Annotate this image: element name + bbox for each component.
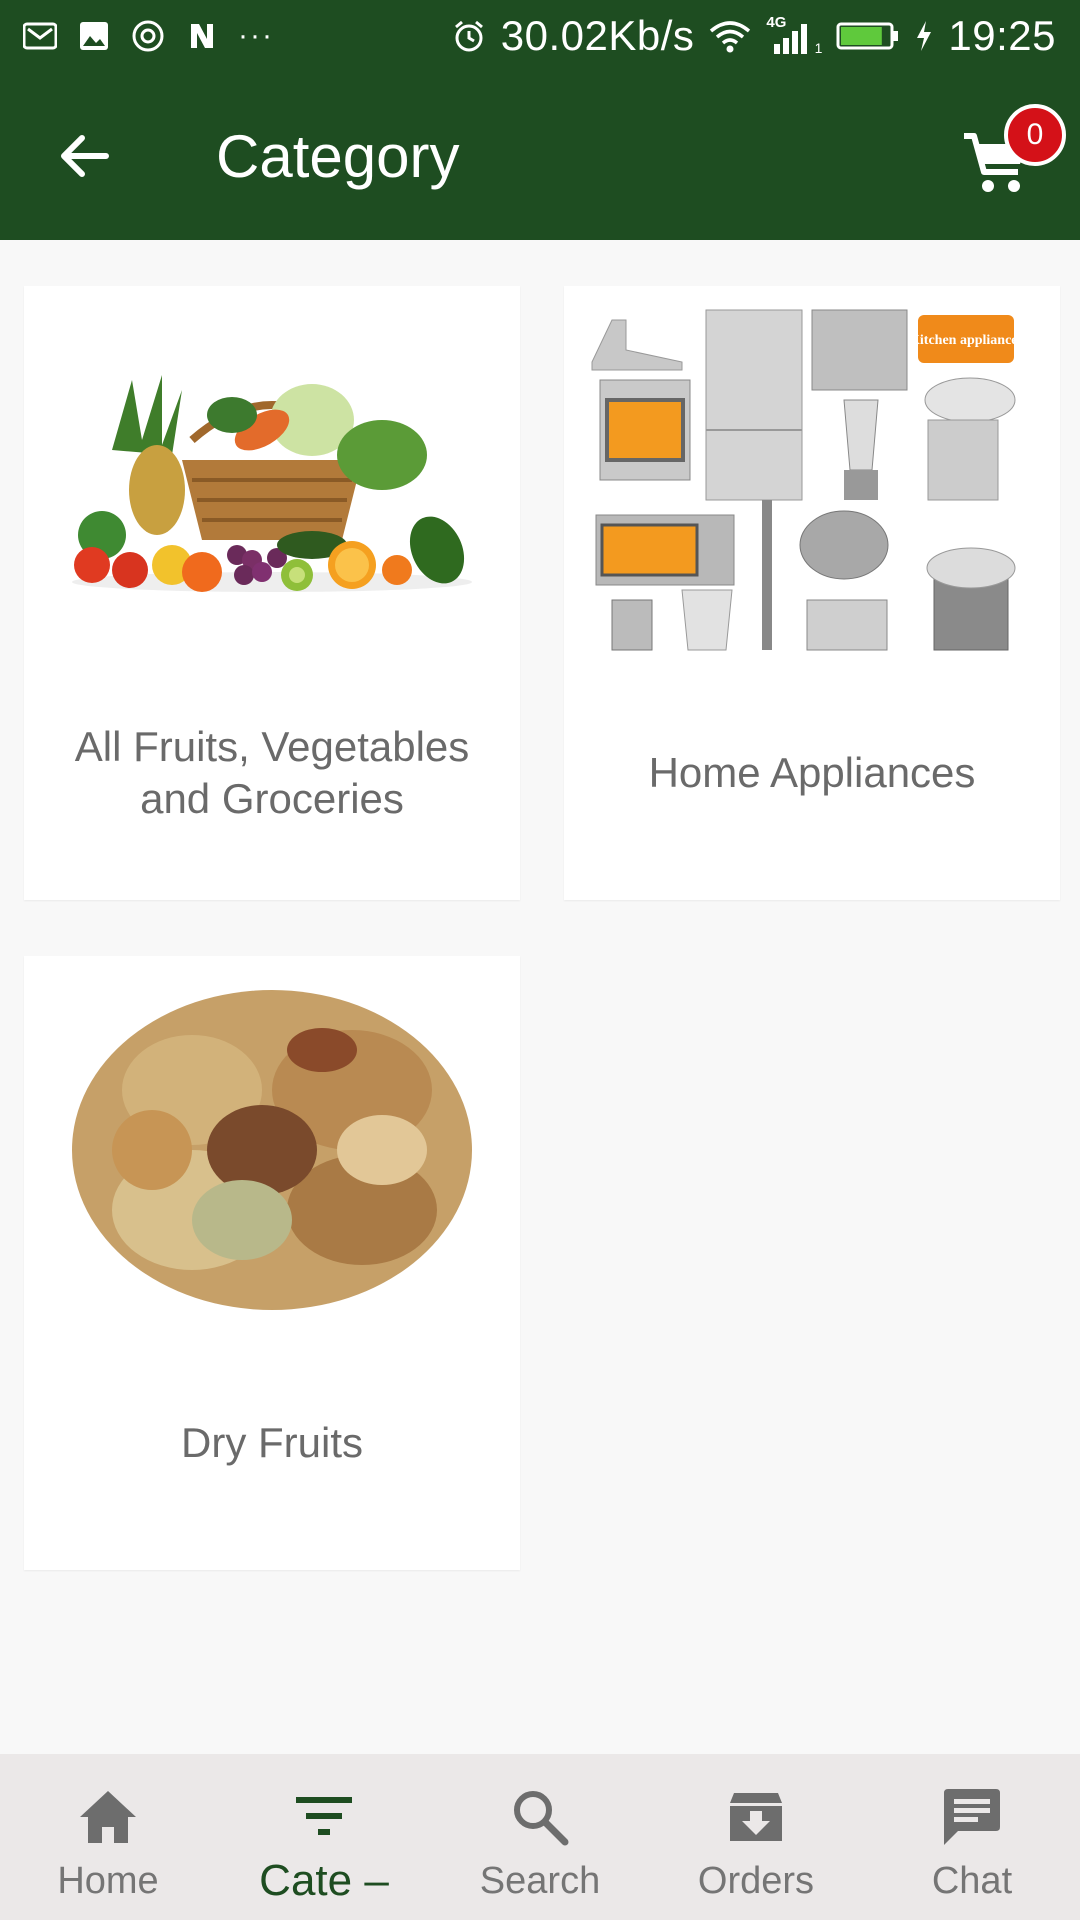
arrow-left-icon xyxy=(61,135,109,177)
gallery-icon xyxy=(76,18,112,54)
nav-label: Cate – xyxy=(259,1856,389,1905)
nav-label: Search xyxy=(479,1860,601,1902)
bottom-navigation: Home Cate – Search Orders Chat xyxy=(0,1754,1080,1920)
category-card-dry-fruits[interactable]: Dry Fruits xyxy=(24,956,520,1570)
network-speed: 30.02Kb/s xyxy=(500,12,695,59)
nav-item-orders[interactable]: Orders xyxy=(648,1754,864,1920)
fruits-vegetables-image xyxy=(40,300,504,660)
cart-button[interactable]: 0 xyxy=(960,104,1066,212)
category-label: Home Appliances xyxy=(648,749,976,796)
nav-item-chat[interactable]: Chat xyxy=(864,1754,1080,1920)
category-label: All Fruits, Vegetables and Groceries xyxy=(74,723,470,822)
page-title: Category xyxy=(216,123,460,190)
category-label: Dry Fruits xyxy=(181,1419,363,1466)
status-right-icons: 30.02Kb/s 4G 1 19:25 xyxy=(451,12,1056,60)
home-icon xyxy=(78,1784,138,1850)
cart-count-badge: 0 xyxy=(1004,104,1066,166)
battery-icon xyxy=(836,18,900,54)
status-bar: ··· 30.02Kb/s 4G 1 19:25 xyxy=(0,0,1080,72)
network-type: 4G xyxy=(766,14,787,31)
nav-label: Chat xyxy=(931,1860,1013,1902)
overflow-indicator: ··· xyxy=(238,19,274,52)
search-icon xyxy=(511,1784,569,1850)
nav-item-home[interactable]: Home xyxy=(0,1754,216,1920)
gmail-icon xyxy=(22,18,58,54)
home-appliances-image: Kitchen appliances xyxy=(580,300,1044,660)
nav-item-search[interactable]: Search xyxy=(432,1754,648,1920)
nav-label: Orders xyxy=(697,1860,815,1902)
status-left-icons: ··· xyxy=(22,18,274,54)
nav-item-category[interactable]: Cate – xyxy=(216,1754,432,1920)
back-button[interactable] xyxy=(44,116,124,196)
clock: 19:25 xyxy=(948,12,1056,59)
wifi-icon xyxy=(708,18,752,54)
orders-box-icon xyxy=(728,1784,784,1850)
kitchen-appliances-caption: Kitchen appliances xyxy=(909,333,1024,348)
signal-icon: 4G 1 xyxy=(766,14,823,56)
category-card-fruits-vegetables[interactable]: All Fruits, Vegetables and Groceries xyxy=(24,286,520,900)
category-card-home-appliances[interactable]: Kitchen appliances Home Appliances xyxy=(564,286,1060,900)
charging-icon xyxy=(914,18,934,54)
nav-label: Home xyxy=(57,1860,159,1902)
sim-slot: 1 xyxy=(814,40,823,56)
app-bar: Category 0 xyxy=(0,72,1080,240)
alarm-icon xyxy=(451,18,487,54)
filter-icon xyxy=(294,1784,354,1850)
n-icon xyxy=(184,18,220,54)
chat-icon xyxy=(942,1784,1002,1850)
dry-fruits-image xyxy=(40,970,504,1330)
vpn-icon xyxy=(130,18,166,54)
